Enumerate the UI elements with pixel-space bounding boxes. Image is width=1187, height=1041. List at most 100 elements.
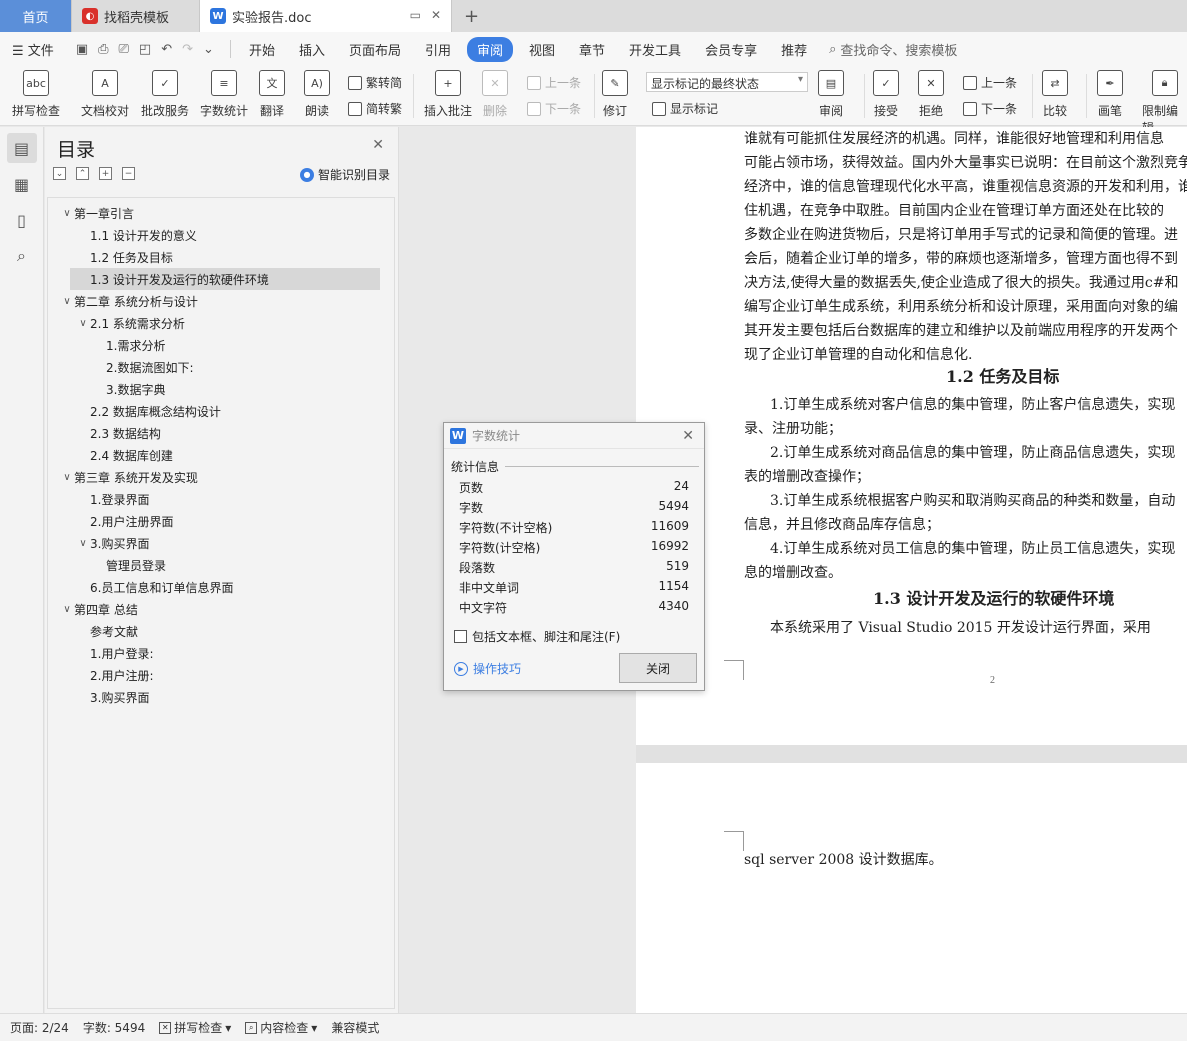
toc-item[interactable]: 2.2 数据库概念结构设计 — [76, 400, 221, 422]
word-count-button[interactable]: ≡ 字数统计 — [200, 70, 248, 119]
spell-check-toggle[interactable]: ✕ 拼写检查 ▾ — [159, 1019, 231, 1036]
menu-start[interactable]: 开始 — [237, 40, 287, 59]
toc-item[interactable]: 2.用户注册: — [76, 664, 154, 686]
toc-item[interactable]: 参考文献 — [76, 620, 138, 642]
next-comment-button[interactable]: 下一条 — [527, 100, 581, 117]
chevron-down-icon[interactable]: ∨ — [60, 296, 74, 307]
content-check-toggle[interactable]: ⌕ 内容检查 ▾ — [245, 1019, 317, 1036]
menu-review[interactable]: 审阅 — [467, 36, 514, 62]
chevron-down-icon[interactable]: ∨ — [76, 318, 90, 329]
print-preview-icon[interactable]: ◰ — [139, 42, 151, 57]
prev-change-button[interactable]: 上一条 — [963, 74, 1017, 91]
prev-comment-button[interactable]: 上一条 — [527, 74, 581, 91]
save-icon[interactable]: ▣ — [76, 42, 88, 57]
stat-label: 字符数(计空格) — [459, 541, 541, 555]
tips-link[interactable]: ▶ 操作技巧 — [454, 660, 521, 677]
collapse-all-icon[interactable]: ⌄ — [53, 167, 66, 180]
close-icon[interactable]: ✕ — [682, 428, 698, 444]
toc-item[interactable]: 2.用户注册界面 — [76, 510, 173, 532]
page-break — [636, 745, 1187, 763]
word-count-indicator[interactable]: 字数: 5494 — [83, 1019, 145, 1036]
toc-item[interactable]: ∨ 第二章 系统分析与设计 — [60, 290, 198, 312]
compare-button[interactable]: ⇄ 比较 — [1042, 70, 1068, 119]
expand-all-icon[interactable]: ⌃ — [76, 167, 89, 180]
toc-icon[interactable]: ▤ — [6, 133, 37, 163]
toc-item[interactable]: 1.用户登录: — [76, 642, 154, 664]
tab-home[interactable]: 首页 — [0, 0, 72, 32]
read-aloud-button[interactable]: A) 朗读 — [304, 70, 330, 119]
tab-document[interactable]: W 实验报告.doc ▭ ✕ — [200, 0, 452, 32]
toc-item[interactable]: 3.数据字典 — [92, 378, 165, 400]
simp-to-trad-label: 简转繁 — [366, 102, 403, 116]
close-icon[interactable]: ✕ — [372, 137, 384, 153]
accept-button[interactable]: ✓ 接受 — [873, 70, 899, 119]
include-textbox-checkbox[interactable]: 包括文本框、脚注和尾注(F) — [454, 628, 620, 645]
revise-button[interactable]: ✎ 修订 — [602, 70, 628, 119]
spell-check-button[interactable]: abc 拼写检查 — [12, 70, 60, 119]
toc-item[interactable]: 3.购买界面 — [76, 686, 149, 708]
menu-view[interactable]: 视图 — [517, 40, 567, 59]
annotate-service-button[interactable]: ✓ 批改服务 — [141, 70, 189, 119]
review-pane-button[interactable]: ▤ 审阅 — [818, 70, 844, 119]
chevron-down-icon[interactable]: ∨ — [76, 538, 90, 549]
toc-item[interactable]: 2.3 数据结构 — [76, 422, 161, 444]
smart-toc-button[interactable]: ● 智能识别目录 — [299, 166, 390, 183]
menu-references[interactable]: 引用 — [413, 40, 463, 59]
reject-button[interactable]: ✕ 拒绝 — [918, 70, 944, 119]
export-pdf-icon[interactable]: ⎙ — [98, 42, 108, 57]
bookmark-icon[interactable]: ▯ — [7, 205, 37, 235]
customize-chevron-icon[interactable]: ⌄ — [203, 42, 214, 57]
toc-item[interactable]: 1.登录界面 — [76, 488, 149, 510]
document-page[interactable]: sql server 2008 设计数据库。 — [636, 763, 1187, 1013]
tab-templates[interactable]: ◐ 找稻壳模板 — [72, 0, 200, 32]
toc-item[interactable]: 1.2 任务及目标 — [76, 246, 173, 268]
toc-item[interactable]: 1.需求分析 — [92, 334, 165, 356]
insert-comment-button[interactable]: + 插入批注 — [424, 70, 472, 119]
next-change-button[interactable]: 下一条 — [963, 100, 1017, 117]
undo-icon[interactable]: ↶ — [161, 42, 172, 57]
search-icon[interactable]: ⌕ — [7, 241, 37, 271]
menu-developer[interactable]: 开发工具 — [617, 40, 693, 59]
delete-comment-button[interactable]: ✕ 删除 — [482, 70, 508, 119]
doc-proof-button[interactable]: A 文档校对 — [81, 70, 129, 119]
toc-item[interactable]: ∨ 2.1 系统需求分析 — [76, 312, 185, 334]
menu-member[interactable]: 会员专享 — [693, 40, 769, 59]
print-icon[interactable]: ⎚ — [119, 42, 129, 57]
close-button[interactable]: 关闭 — [619, 653, 697, 683]
show-markup-button[interactable]: 显示标记 — [652, 100, 718, 117]
chapter-nav-icon[interactable]: ▦ — [7, 169, 37, 199]
chevron-down-icon[interactable]: ∨ — [60, 472, 74, 483]
menu-chapter[interactable]: 章节 — [567, 40, 617, 59]
chevron-down-icon[interactable]: ∨ — [60, 208, 74, 219]
translate-button[interactable]: 文翻译 — [259, 70, 285, 119]
ink-button[interactable]: ✒ 画笔 — [1097, 70, 1123, 119]
redo-icon[interactable]: ↷ — [182, 42, 193, 57]
document-page[interactable]: 1.2 任务及目标 1.3 设计开发及运行的软硬件环境 本系统采用了 Visua… — [636, 127, 1187, 745]
simp-to-trad-button[interactable]: 简转繁 — [348, 100, 402, 117]
command-search[interactable]: ⌕ 查找命令、搜索模板 — [829, 40, 957, 59]
markup-state-select[interactable]: 显示标记的最终状态 — [646, 72, 808, 92]
add-level-icon[interactable]: + — [99, 167, 112, 180]
toc-item[interactable]: 6.员工信息和订单信息界面 — [76, 576, 233, 598]
toc-item[interactable]: 1.3 设计开发及运行的软硬件环境 — [70, 268, 380, 290]
menu-recommend[interactable]: 推荐 — [769, 40, 819, 59]
float-window-icon[interactable]: ▭ — [410, 8, 421, 22]
toc-item[interactable]: ∨ 3.购买界面 — [76, 532, 149, 554]
toc-item[interactable]: 2.数据流图如下: — [92, 356, 194, 378]
toc-item[interactable]: ∨ 第一章引言 — [60, 202, 134, 224]
new-tab-button[interactable]: + — [452, 0, 491, 32]
menu-page-layout[interactable]: 页面布局 — [337, 40, 413, 59]
chevron-down-icon[interactable]: ∨ — [60, 604, 74, 615]
remove-level-icon[interactable]: − — [122, 167, 135, 180]
menu-insert[interactable]: 插入 — [287, 40, 337, 59]
toc-item[interactable]: ∨ 第三章 系统开发及实现 — [60, 466, 198, 488]
toc-item[interactable]: 2.4 数据库创建 — [76, 444, 173, 466]
close-tab-icon[interactable]: ✕ — [431, 8, 441, 22]
file-menu[interactable]: ☰ 文件 — [0, 40, 66, 59]
page-indicator[interactable]: 页面: 2/24 — [10, 1019, 69, 1036]
toc-item[interactable]: ∨ 第四章 总结 — [60, 598, 138, 620]
toc-item[interactable]: 管理员登录 — [92, 554, 166, 576]
trad-to-simp-button[interactable]: 繁转简 — [348, 74, 402, 91]
body-text-line: 谁就有可能抓住发展经济的机遇。同样，谁能很好地管理和利用信息 — [744, 131, 1164, 147]
toc-item[interactable]: 1.1 设计开发的意义 — [76, 224, 197, 246]
